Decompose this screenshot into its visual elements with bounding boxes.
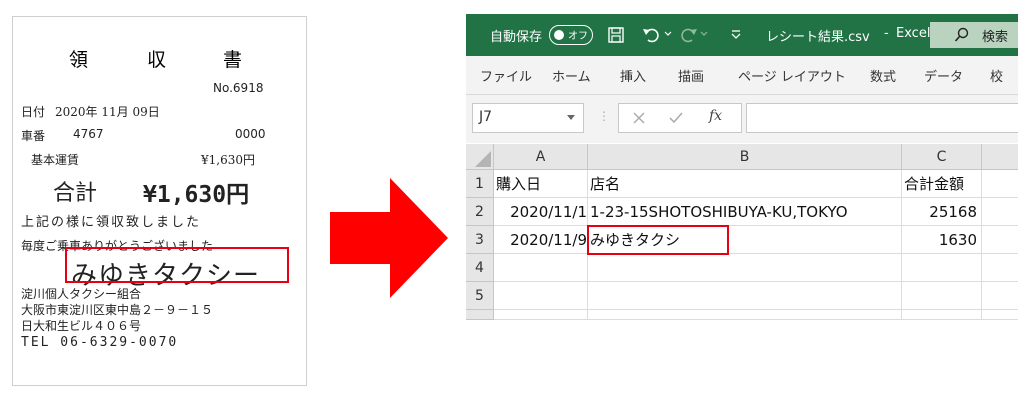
spreadsheet-grid: A B C 1 2 3 4 5 購入日 店名 合計金額 2020/11/1 1-…	[466, 144, 1018, 320]
car-label: 車番	[21, 129, 46, 143]
tab-review[interactable]: 校	[990, 66, 1003, 85]
tab-page-layout[interactable]: ページ レイアウト	[738, 66, 846, 85]
address-line1: 大阪市東淀川区東中島２－９－１５	[21, 303, 214, 317]
message-line1: 上記の様に領収致しました	[21, 215, 202, 230]
column-header-a[interactable]: A	[494, 144, 588, 170]
formula-input[interactable]	[746, 103, 1018, 133]
cell-b5[interactable]	[588, 282, 902, 310]
cell-c5[interactable]	[902, 282, 982, 310]
cell-a4[interactable]	[494, 254, 588, 282]
receipt-highlight-box	[65, 247, 289, 283]
column-header-b[interactable]: B	[588, 144, 902, 170]
receipt-number: No.6918	[213, 81, 264, 95]
undo-icon[interactable]	[642, 26, 662, 44]
autosave-label: 自動保存	[490, 30, 543, 45]
row-header[interactable]: 3	[466, 226, 494, 254]
tab-file[interactable]: ファイル	[480, 66, 532, 85]
cell-a1[interactable]: 購入日	[494, 170, 588, 198]
cell-d4[interactable]	[982, 254, 1018, 282]
cell-d2[interactable]	[982, 198, 1018, 226]
tab-draw[interactable]: 描画	[678, 66, 704, 85]
fare-value: ¥1,630円	[201, 153, 255, 167]
date-value: 2020年 11月 09日	[55, 105, 160, 119]
cell-d5[interactable]	[982, 282, 1018, 310]
select-all-corner[interactable]	[466, 144, 494, 170]
arrow-right-icon	[330, 178, 448, 298]
excel-window: 自動保存 オフ レシート結果.csv - Excel 検索 ファイル ホーム 挿…	[466, 14, 1018, 320]
cell-d6[interactable]	[982, 310, 1018, 320]
title-separator: -	[884, 26, 889, 41]
cell-b6[interactable]	[588, 310, 902, 320]
cancel-icon[interactable]	[633, 112, 645, 124]
row-header[interactable]: 2	[466, 198, 494, 226]
cell-a2[interactable]: 2020/11/1	[494, 198, 588, 226]
total-label: 合計	[53, 181, 98, 206]
customize-toolbar-icon[interactable]	[730, 28, 742, 40]
redo-dropdown-icon[interactable]	[700, 31, 708, 37]
receipt-title-char: 書	[223, 49, 245, 71]
title-bar: 自動保存 オフ レシート結果.csv - Excel 検索	[466, 14, 1018, 56]
cell-d3[interactable]	[982, 226, 1018, 254]
cell-a5[interactable]	[494, 282, 588, 310]
receipt-image: 領 収 書 No.6918 日付 2020年 11月 09日 車番 4767 0…	[12, 16, 307, 386]
cell-a3[interactable]: 2020/11/9	[494, 226, 588, 254]
cell-c4[interactable]	[902, 254, 982, 282]
formula-bar: J7 ⋮ fx	[466, 95, 1018, 143]
car-number: 4767	[73, 127, 104, 141]
name-box[interactable]: J7	[472, 103, 584, 133]
formula-bar-grip-icon: ⋮	[598, 109, 610, 123]
row-header[interactable]: 5	[466, 282, 494, 310]
column-header-d[interactable]	[982, 144, 1018, 170]
save-icon[interactable]	[608, 27, 624, 43]
car-code: 0000	[235, 127, 266, 141]
undo-dropdown-icon[interactable]	[664, 31, 672, 37]
enter-icon[interactable]	[669, 112, 683, 124]
cell-c3[interactable]: 1630	[902, 226, 982, 254]
cell-c2[interactable]: 25168	[902, 198, 982, 226]
column-header-c[interactable]: C	[902, 144, 982, 170]
redo-icon[interactable]	[678, 26, 698, 44]
insert-function-icon[interactable]: fx	[709, 108, 722, 124]
tab-formulas[interactable]: 数式	[870, 66, 896, 85]
total-value: ¥1,630円	[143, 182, 250, 208]
cell-d1[interactable]	[982, 170, 1018, 198]
row-header[interactable]: 1	[466, 170, 494, 198]
ribbon-tabs: ファイル ホーム 挿入 描画 ページ レイアウト 数式 データ 校	[466, 56, 1018, 95]
name-box-value: J7	[479, 109, 493, 125]
file-name: レシート結果.csv	[766, 30, 870, 45]
autosave-state: オフ	[568, 31, 588, 42]
tab-home[interactable]: ホーム	[552, 66, 591, 85]
tab-insert[interactable]: 挿入	[620, 66, 646, 85]
cell-highlight-box	[587, 225, 729, 255]
union-name: 淀川個人タクシー組合	[21, 287, 142, 301]
app-name: Excel	[896, 26, 931, 41]
cell-b2[interactable]: 1-23-15SHOTOSHIBUYA-KU,TOKYO	[588, 198, 902, 226]
tel: TEL 06-6329-0070	[21, 335, 179, 350]
receipt-title-char: 領	[69, 49, 91, 71]
search-label: 検索	[982, 30, 1009, 45]
cell-b1[interactable]: 店名	[588, 170, 902, 198]
name-box-dropdown-icon[interactable]	[567, 115, 575, 121]
toggle-knob	[554, 30, 564, 40]
autosave-toggle[interactable]: オフ	[549, 25, 593, 45]
date-label: 日付	[21, 105, 46, 119]
receipt-title-char: 収	[147, 49, 169, 71]
cell-c1[interactable]: 合計金額	[902, 170, 982, 198]
formula-buttons: fx	[618, 103, 742, 133]
fare-label: 基本運賃	[31, 153, 80, 167]
cell-c6[interactable]	[902, 310, 982, 320]
row-header[interactable]: 4	[466, 254, 494, 282]
cell-a6[interactable]	[494, 310, 588, 320]
search-icon	[954, 27, 969, 42]
cell-b4[interactable]	[588, 254, 902, 282]
tab-data[interactable]: データ	[924, 66, 963, 85]
row-header[interactable]	[466, 310, 494, 320]
select-all-triangle-icon	[475, 151, 491, 167]
search-box[interactable]: 検索	[930, 22, 1018, 48]
address-line2: 日大和生ビル４０６号	[21, 319, 142, 333]
